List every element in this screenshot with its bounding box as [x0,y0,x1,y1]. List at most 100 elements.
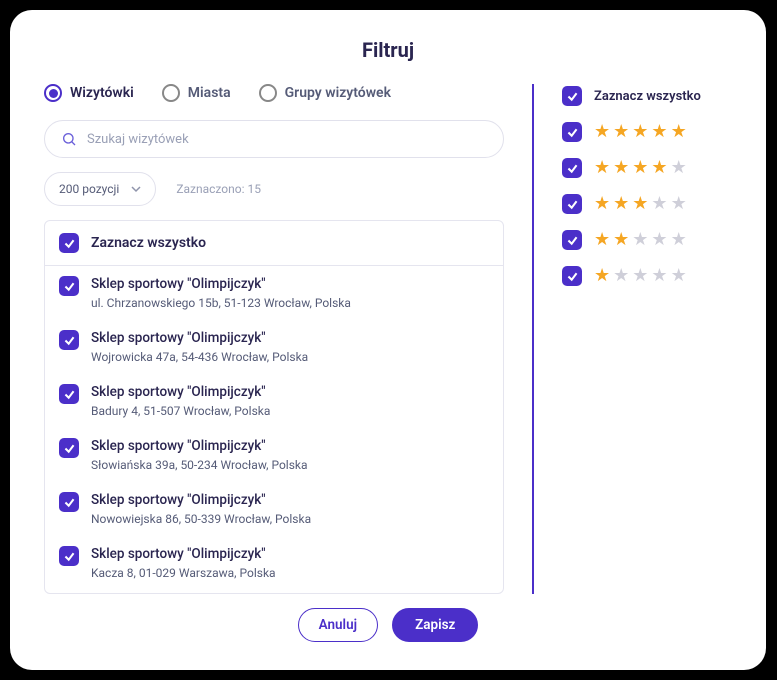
radio-grupy[interactable]: Grupy wizytówek [259,84,391,102]
item-address: Wojrowicka 47a, 54-436 Wrocław, Polska [91,350,308,364]
star-icon: ★ [651,123,667,141]
item-name: Sklep sportowy "Olimpijczyk" [91,276,351,292]
star-icon: ★ [671,195,687,213]
star-icon: ★ [671,267,687,285]
list-item[interactable]: Sklep sportowy "Olimpijczyk" Słowiańska … [45,428,503,482]
star-icon: ★ [632,267,648,285]
item-address: ul. Chrzanowskiego 15b, 51-123 Wrocław, … [91,296,351,310]
list-item-texts: Sklep sportowy "Olimpijczyk" Kacza 8, 01… [91,546,276,580]
check-icon [63,280,76,293]
item-name: Sklep sportowy "Olimpijczyk" [91,330,308,346]
rating-row-3: ★★★★★ [562,194,732,214]
page-size-select[interactable]: 200 pozycji [44,172,156,206]
ratings-select-all-label: Zaznacz wszystko [594,89,701,104]
check-icon [63,334,76,347]
search-field[interactable] [44,120,504,158]
rating-checkbox[interactable] [562,194,582,214]
star-icon: ★ [671,231,687,249]
list-item-texts: Sklep sportowy "Olimpijczyk" ul. Chrzano… [91,276,351,310]
rating-checkbox[interactable] [562,230,582,250]
page-size-label: 200 pozycji [59,182,119,196]
check-icon [63,388,76,401]
star-icon: ★ [613,195,629,213]
stars-5: ★★★★★ [594,123,687,141]
star-icon: ★ [671,123,687,141]
rating-row-5: ★★★★★ [562,122,732,142]
check-icon [566,198,579,211]
filter-dialog: Filtruj Wizytówki Miasta Grupy wizytówek [10,10,766,670]
radio-dot-icon [44,84,62,102]
item-name: Sklep sportowy "Olimpijczyk" [91,492,311,508]
star-icon: ★ [613,267,629,285]
rating-checkbox[interactable] [562,158,582,178]
item-address: Kacza 8, 01-029 Warszawa, Polska [91,566,276,580]
rating-checkbox[interactable] [562,122,582,142]
item-address: Badury 4, 51-507 Wrocław, Polska [91,404,270,418]
item-checkbox[interactable] [59,438,79,458]
search-input[interactable] [87,132,487,147]
check-icon [63,442,76,455]
item-name: Sklep sportowy "Olimpijczyk" [91,546,276,562]
star-icon: ★ [594,195,610,213]
star-icon: ★ [651,231,667,249]
check-icon [63,496,76,509]
star-icon: ★ [613,231,629,249]
list-item[interactable]: Sklep sportowy "Olimpijczyk" Kacza 8, 01… [45,536,503,590]
stars-3: ★★★★★ [594,195,687,213]
rating-checkbox[interactable] [562,266,582,286]
list-header: Zaznacz wszystko [45,221,503,266]
selected-count: Zaznaczono: 15 [176,182,261,196]
dialog-columns: Wizytówki Miasta Grupy wizytówek 200 poz… [44,84,732,594]
listbox: Zaznacz wszystko Sklep sportowy "Olimpij… [44,220,504,594]
search-icon [61,131,77,147]
list-item-texts: Sklep sportowy "Olimpijczyk" Wojrowicka … [91,330,308,364]
radio-dot-icon [259,84,277,102]
right-column: Zaznacz wszystko ★★★★★ ★★★★★ ★★★★★ [562,84,732,594]
item-checkbox[interactable] [59,330,79,350]
column-divider [532,84,534,594]
list-body[interactable]: Sklep sportowy "Olimpijczyk" ul. Chrzano… [45,266,503,590]
rating-row-1: ★★★★★ [562,266,732,286]
chevron-down-icon [131,184,141,194]
ratings-select-all-checkbox[interactable] [562,86,582,106]
check-icon [566,90,579,103]
list-item[interactable]: Sklep sportowy "Olimpijczyk" Badury 4, 5… [45,374,503,428]
star-icon: ★ [594,123,610,141]
star-icon: ★ [651,159,667,177]
star-icon: ★ [632,195,648,213]
star-icon: ★ [594,267,610,285]
star-icon: ★ [594,231,610,249]
stars-2: ★★★★★ [594,231,687,249]
item-checkbox[interactable] [59,276,79,296]
dialog-footer: Anuluj Zapisz [44,608,732,642]
list-item[interactable]: Sklep sportowy "Olimpijczyk" ul. Chrzano… [45,266,503,320]
check-icon [63,237,76,250]
item-checkbox[interactable] [59,492,79,512]
star-icon: ★ [632,159,648,177]
check-icon [566,162,579,175]
radio-miasta[interactable]: Miasta [162,84,231,102]
stars-1: ★★★★★ [594,267,687,285]
left-column: Wizytówki Miasta Grupy wizytówek 200 poz… [44,84,504,594]
list-item[interactable]: Sklep sportowy "Olimpijczyk" Nowowiejska… [45,482,503,536]
dialog-title: Filtruj [44,38,732,62]
select-all-checkbox[interactable] [59,233,79,253]
item-name: Sklep sportowy "Olimpijczyk" [91,438,308,454]
row-controls: 200 pozycji Zaznaczono: 15 [44,172,504,206]
item-checkbox[interactable] [59,546,79,566]
list-item-texts: Sklep sportowy "Olimpijczyk" Nowowiejska… [91,492,311,526]
stars-4: ★★★★★ [594,159,687,177]
select-all-label: Zaznacz wszystko [91,235,206,251]
rating-row-4: ★★★★★ [562,158,732,178]
star-icon: ★ [613,159,629,177]
item-checkbox[interactable] [59,384,79,404]
cancel-button[interactable]: Anuluj [298,608,378,642]
list-item-texts: Sklep sportowy "Olimpijczyk" Słowiańska … [91,438,308,472]
list-item[interactable]: Sklep sportowy "Olimpijczyk" Wojrowicka … [45,320,503,374]
check-icon [566,126,579,139]
star-icon: ★ [632,123,648,141]
item-address: Słowiańska 39a, 50-234 Wrocław, Polska [91,458,308,472]
radio-label: Grupy wizytówek [285,85,391,101]
radio-wizytowki[interactable]: Wizytówki [44,84,134,102]
save-button[interactable]: Zapisz [392,608,478,642]
